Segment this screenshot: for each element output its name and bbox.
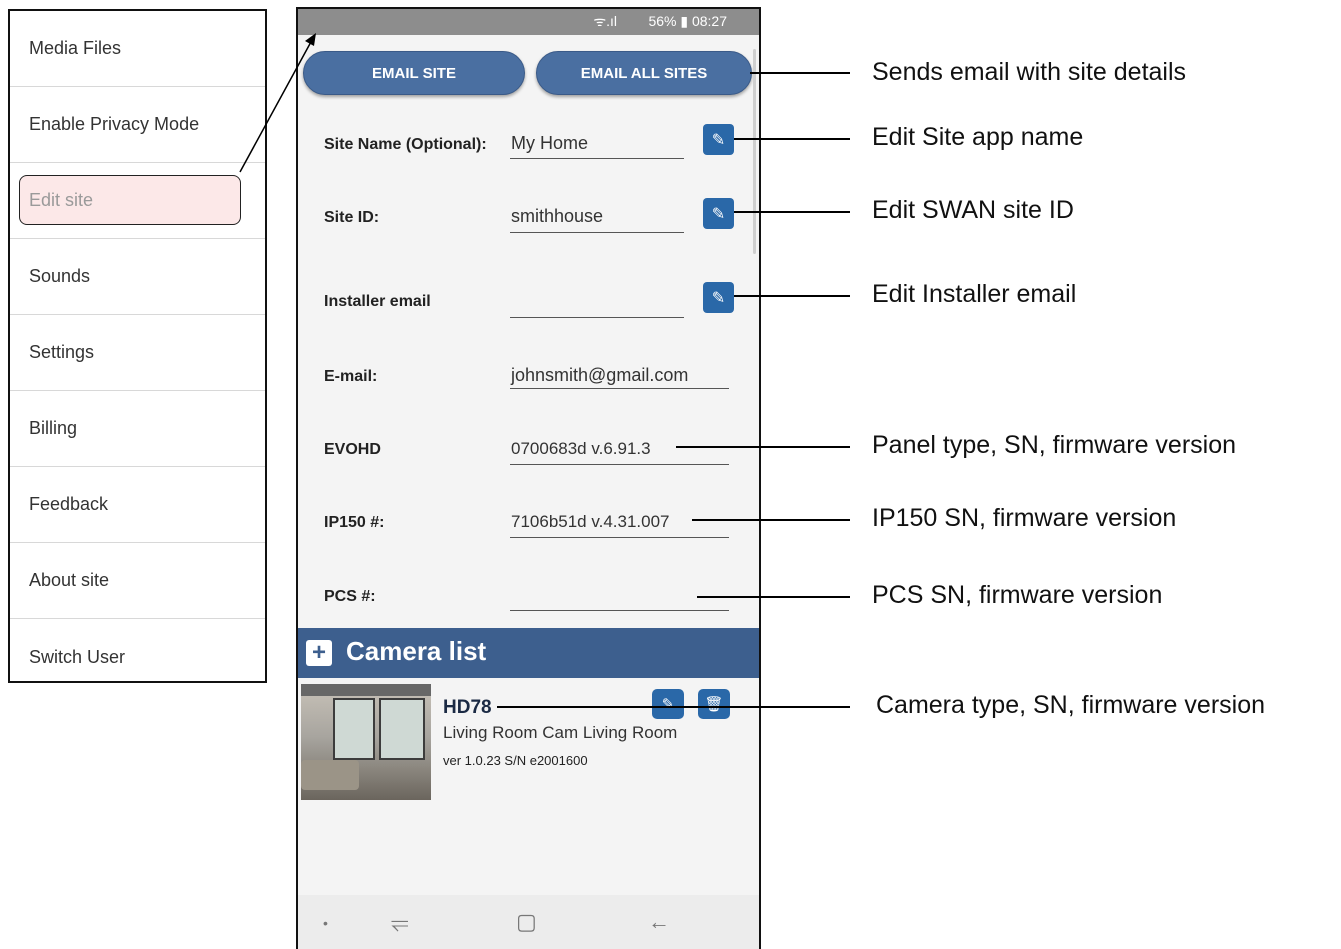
annotation-line: [497, 706, 850, 708]
annotation-line: [734, 295, 850, 297]
annotation-ip150: IP150 SN, firmware version: [872, 504, 1177, 532]
annotation-line: [734, 211, 850, 213]
annotation-line: [750, 72, 850, 74]
annotation-panel: Panel type, SN, firmware version: [872, 431, 1237, 459]
annotation-line: [676, 446, 850, 448]
annotation-line: [692, 519, 850, 521]
annotation-sends-email: Sends email with site details: [872, 58, 1187, 86]
pointer-overlay: [239, 33, 316, 173]
arrow-head-icon: [305, 33, 316, 46]
annotation-edit-site-name: Edit Site app name: [872, 123, 1084, 151]
annotation-line: [734, 138, 850, 140]
annotation-edit-site-id: Edit SWAN site ID: [872, 196, 1074, 224]
pointer-line: [239, 39, 313, 173]
annotation-line: [697, 596, 850, 598]
annotation-pcs: PCS SN, firmware version: [872, 581, 1163, 609]
annotation-camera: Camera type, SN, firmware version: [876, 691, 1266, 719]
annotation-edit-installer: Edit Installer email: [872, 280, 1077, 308]
